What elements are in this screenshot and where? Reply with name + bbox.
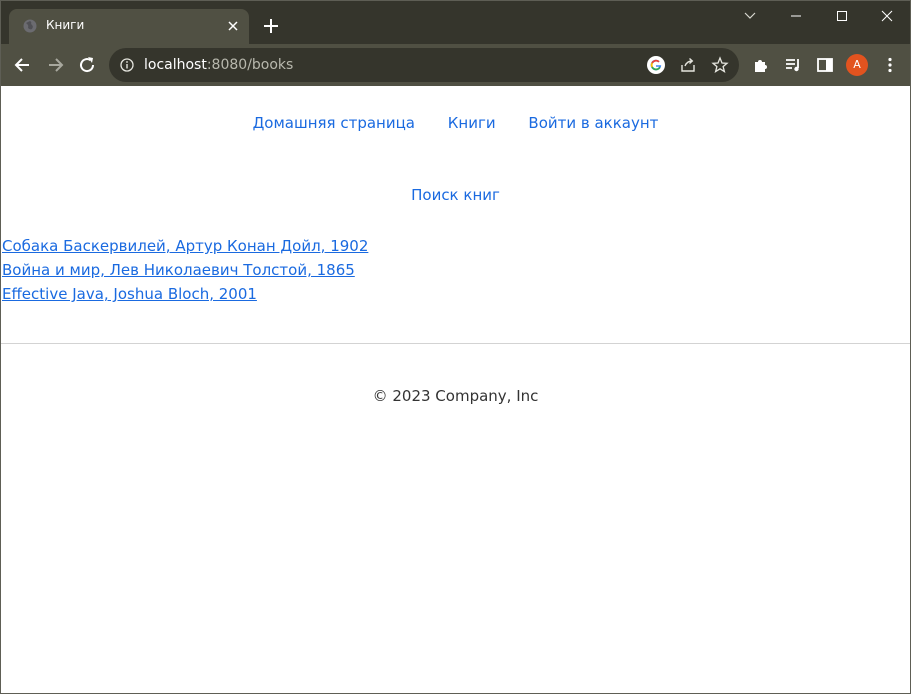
- reload-icon: [80, 57, 95, 73]
- back-button[interactable]: [10, 52, 36, 78]
- book-list: Собака Баскервилей, Артур Конан Дойл, 19…: [2, 234, 368, 306]
- minimize-button[interactable]: [773, 1, 819, 31]
- main-nav: Домашняя страница Книги Войти в аккаунт: [1, 114, 910, 132]
- footer-divider: [1, 343, 910, 344]
- forward-button[interactable]: [42, 52, 68, 78]
- nav-link-home[interactable]: Домашняя страница: [253, 114, 415, 132]
- arrow-right-icon: [49, 58, 64, 72]
- search-section: Поиск книг: [1, 186, 910, 204]
- tab-strip: Книги: [1, 1, 910, 44]
- close-icon: [881, 10, 893, 22]
- menu-button[interactable]: [877, 52, 903, 78]
- book-link[interactable]: Собака Баскервилей, Артур Конан Дойл, 19…: [2, 234, 368, 258]
- browser-toolbar: localhost:8080/books A: [1, 44, 910, 86]
- tab-title: Книги: [46, 18, 85, 32]
- maximize-button[interactable]: [819, 1, 865, 31]
- puzzle-icon: [755, 60, 767, 72]
- nav-link-login[interactable]: Войти в аккаунт: [528, 114, 658, 132]
- playlist-icon: [786, 59, 799, 72]
- tab-books[interactable]: Книги: [9, 9, 249, 44]
- side-panel-button[interactable]: [812, 52, 838, 78]
- nav-link-books[interactable]: Книги: [448, 114, 496, 132]
- address-url: localhost:8080/books: [144, 57, 293, 73]
- minimize-icon: [791, 15, 801, 17]
- address-bar[interactable]: localhost:8080/books: [109, 48, 739, 82]
- browser-window: Книги localhost:8080/books A Домашняя ст…: [0, 0, 911, 694]
- profile-avatar[interactable]: A: [846, 54, 868, 76]
- book-link[interactable]: Война и мир, Лев Николаевич Толстой, 186…: [2, 258, 368, 282]
- chevron-down-icon: [744, 12, 756, 19]
- info-icon[interactable]: [120, 58, 134, 72]
- google-icon[interactable]: [647, 56, 665, 74]
- search-books-link[interactable]: Поиск книг: [411, 186, 500, 204]
- media-controls-button[interactable]: [780, 52, 806, 78]
- extensions-button[interactable]: [748, 52, 774, 78]
- star-icon[interactable]: [711, 56, 729, 74]
- share-icon[interactable]: [679, 56, 697, 74]
- page-content: Домашняя страница Книги Войти в аккаунт …: [1, 86, 910, 693]
- book-link[interactable]: Effective Java, Joshua Bloch, 2001: [2, 282, 368, 306]
- footer-copyright: © 2023 Company, Inc: [372, 387, 539, 405]
- arrow-left-icon: [14, 58, 29, 72]
- close-window-button[interactable]: [864, 1, 910, 31]
- more-vertical-icon: [888, 57, 892, 73]
- url-path: :8080/books: [206, 57, 294, 73]
- tab-search-button[interactable]: [727, 1, 773, 31]
- globe-icon: [23, 19, 37, 33]
- url-host: localhost: [144, 57, 207, 73]
- maximize-icon: [837, 11, 847, 21]
- reload-button[interactable]: [74, 52, 100, 78]
- new-tab-icon[interactable]: [261, 16, 281, 36]
- close-tab-icon[interactable]: [226, 19, 240, 33]
- side-panel-icon: [817, 58, 833, 72]
